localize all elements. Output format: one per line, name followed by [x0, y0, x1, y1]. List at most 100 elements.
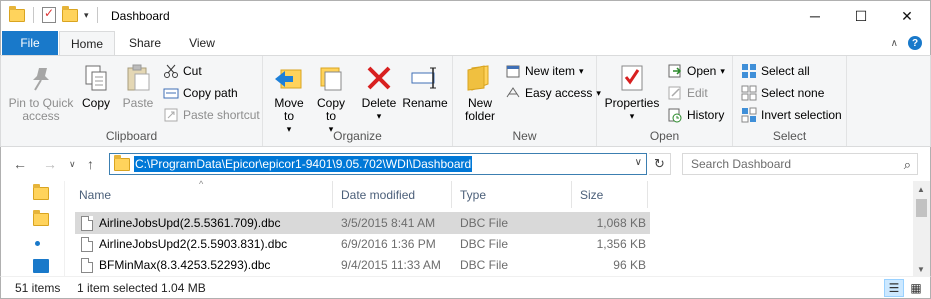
paste-shortcut-icon	[163, 107, 179, 123]
vertical-scrollbar[interactable]: ▲ ▼	[913, 181, 930, 276]
forward-arrow-icon[interactable]: →	[43, 156, 57, 172]
select-none-icon	[741, 85, 757, 101]
scrollbar-thumb[interactable]	[916, 199, 927, 217]
maximize-button[interactable]: ☐	[838, 1, 884, 31]
network-icon[interactable]	[35, 241, 40, 246]
column-date-label: Date modified	[341, 187, 416, 202]
help-icon[interactable]: ?	[908, 36, 922, 50]
organize-group: Move to ▾ Copy to ▾ Delete ▾ Rename Orga…	[263, 56, 453, 146]
address-path[interactable]: C:\ProgramData\Epicor\epicor1-9401\9.05.…	[134, 156, 473, 172]
table-row[interactable]: AirlineJobsUpd2(2.5.5903.831).dbc 6/9/20…	[75, 233, 650, 255]
window-controls: ─ ☐ ✕	[792, 1, 930, 31]
sort-ascending-icon: ^	[199, 179, 204, 189]
history-button[interactable]: History	[667, 106, 724, 124]
file-date: 6/9/2016 1:36 PM	[341, 237, 436, 251]
new-item-button[interactable]: New item ▾	[505, 62, 584, 80]
column-type[interactable]: Type	[452, 181, 572, 208]
select-all-icon	[741, 63, 757, 79]
select-all-label: Select all	[761, 64, 810, 78]
scroll-up-icon[interactable]: ▲	[917, 185, 925, 194]
up-arrow-icon[interactable]: ↑	[87, 156, 94, 172]
paste-shortcut-button[interactable]: Paste shortcut	[163, 106, 260, 124]
open-button[interactable]: Open ▾	[667, 62, 725, 80]
easy-access-button[interactable]: Easy access ▾	[505, 84, 601, 102]
tab-view[interactable]: View	[177, 31, 227, 55]
cut-button[interactable]: Cut	[163, 62, 202, 80]
customize-toolbar-icon[interactable]: ▾	[84, 10, 89, 21]
delete-label: Delete	[361, 96, 397, 110]
quick-access-toolbar: ▾	[9, 5, 100, 23]
paste-button[interactable]: Paste	[119, 62, 157, 110]
address-dropdown-icon[interactable]: ∨	[635, 157, 642, 168]
tab-share[interactable]: Share	[119, 31, 171, 55]
open-group-label: Open	[649, 129, 680, 143]
address-bar[interactable]: C:\ProgramData\Epicor\epicor1-9401\9.05.…	[109, 153, 647, 175]
open-icon	[667, 63, 683, 79]
minimize-button[interactable]: ─	[792, 1, 838, 31]
select-all-button[interactable]: Select all	[741, 62, 810, 80]
file-name: AirlineJobsUpd2(2.5.5903.831).dbc	[99, 237, 288, 251]
edit-button[interactable]: Edit	[667, 84, 708, 102]
file-list-area: ^ Name Date modified Type Size AirlineJo…	[0, 179, 931, 276]
scroll-down-icon[interactable]: ▼	[917, 265, 925, 274]
rename-icon	[409, 62, 441, 94]
navigation-pane	[1, 181, 65, 276]
tab-home[interactable]: Home	[59, 31, 115, 56]
file-name: AirlineJobsUpd(2.5.5361.709).dbc	[99, 216, 281, 230]
collapse-ribbon-icon[interactable]: ∧	[891, 38, 898, 49]
column-size[interactable]: Size	[572, 181, 648, 208]
column-name[interactable]: ^ Name	[71, 179, 333, 208]
close-button[interactable]: ✕	[884, 1, 930, 31]
rename-label: Rename	[402, 96, 448, 110]
selection-info: 1 item selected 1.04 MB	[77, 281, 206, 295]
copy-to-button[interactable]: Copy to ▾	[313, 62, 349, 136]
table-row[interactable]: BFMinMax(8.3.4253.52293).dbc 9/4/2015 11…	[75, 254, 650, 276]
file-date: 9/4/2015 11:33 AM	[341, 258, 441, 272]
folder-icon[interactable]	[33, 184, 49, 200]
invert-selection-icon	[741, 107, 757, 123]
file-size: 1,068 KB	[596, 216, 646, 230]
refresh-button[interactable]: ↻	[649, 153, 671, 175]
select-none-button[interactable]: Select none	[741, 84, 824, 102]
table-row[interactable]: AirlineJobsUpd(2.5.5361.709).dbc 3/5/201…	[75, 212, 650, 234]
new-item-icon	[505, 63, 521, 79]
invert-selection-button[interactable]: Invert selection	[741, 106, 842, 124]
select-group: Select all Select none Invert selection …	[733, 56, 847, 146]
paste-label: Paste	[122, 96, 154, 110]
column-date-modified[interactable]: Date modified	[333, 181, 452, 208]
select-group-label: Select	[772, 129, 807, 143]
properties-icon[interactable]	[42, 6, 56, 23]
drive-icon[interactable]	[33, 259, 49, 273]
delete-button[interactable]: Delete ▾	[359, 62, 399, 123]
move-to-label: Move to	[274, 96, 304, 123]
large-icons-view-icon[interactable]: ▦	[906, 279, 926, 297]
folder-icon[interactable]	[33, 210, 49, 226]
copy-path-button[interactable]: Copy path	[163, 84, 238, 102]
properties-dropdown-icon: ▾	[629, 111, 635, 121]
open-dropdown-icon: ▾	[720, 65, 725, 76]
file-type: DBC File	[460, 258, 509, 272]
pin-quick-access-button[interactable]: Pin to Quick access	[5, 62, 77, 123]
move-to-icon	[273, 62, 305, 94]
new-folder-label: New folder	[464, 96, 496, 123]
rename-button[interactable]: Rename	[402, 62, 448, 110]
details-view-icon[interactable]: ☰	[884, 279, 904, 297]
tab-file[interactable]: File	[2, 31, 58, 55]
new-folder-button[interactable]: New folder	[459, 62, 501, 123]
copy-button[interactable]: Copy	[79, 62, 113, 110]
search-placeholder: Search Dashboard	[691, 157, 792, 171]
toolbar-separator	[96, 7, 98, 23]
new-folder-icon[interactable]	[62, 5, 78, 22]
back-arrow-icon[interactable]: ←	[13, 156, 27, 172]
search-input[interactable]: Search Dashboard ⌕	[682, 153, 918, 175]
file-type: DBC File	[460, 237, 509, 251]
history-label: History	[687, 108, 725, 122]
recent-locations-icon[interactable]: ∨	[69, 159, 76, 170]
move-to-button[interactable]: Move to ▾	[271, 62, 307, 136]
file-icon	[81, 236, 93, 252]
search-icon[interactable]: ⌕	[904, 157, 911, 173]
ribbon: Pin to Quick access Copy Paste Cut Copy …	[0, 55, 931, 147]
pin-icon	[25, 62, 57, 94]
properties-button[interactable]: Properties ▾	[603, 62, 661, 123]
cut-label: Cut	[183, 64, 202, 78]
